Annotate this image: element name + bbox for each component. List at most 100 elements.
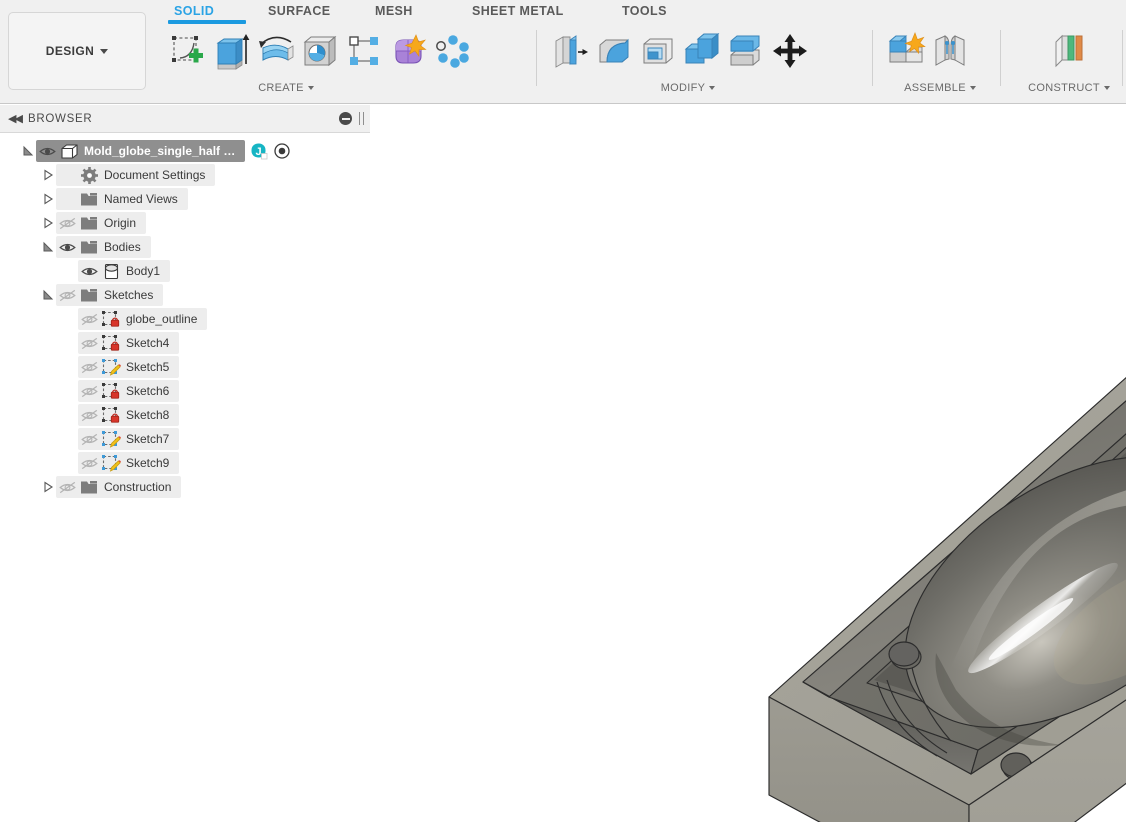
tree-item-label: Body1: [126, 264, 161, 278]
tree-item-sketch7[interactable]: Sketch7: [78, 428, 180, 450]
visibility-off-icon[interactable]: [78, 361, 100, 374]
tab-surface[interactable]: SURFACE: [268, 4, 331, 18]
tree-item-sketches[interactable]: Sketches: [56, 284, 164, 306]
tab-sheet-metal[interactable]: SHEET METAL: [472, 4, 564, 18]
ribbon-group-modify-label[interactable]: MODIFY: [608, 82, 768, 94]
folder-icon: [81, 480, 97, 493]
shell-icon[interactable]: [636, 26, 680, 76]
tree-item-globe-outline[interactable]: globe_outline: [78, 308, 208, 330]
tree-item-sketch4[interactable]: Sketch4: [78, 332, 180, 354]
tree-arrow-placeholder: [62, 428, 78, 450]
new-component-icon[interactable]: [884, 26, 928, 76]
tree-item-label: Sketch7: [126, 432, 170, 446]
browser-node: Sketches: [0, 283, 370, 307]
tree-item-label: Sketch4: [126, 336, 170, 350]
sketch-editable-icon: [100, 430, 122, 448]
tree-item-label: Document Settings: [104, 168, 206, 182]
visibility-on-icon[interactable]: [78, 265, 100, 278]
visibility-on-icon: [80, 267, 98, 275]
offset-plane-icon[interactable]: [1045, 26, 1089, 76]
tree-item-named-views[interactable]: Named Views: [56, 188, 188, 210]
ribbon-group-assemble-label[interactable]: ASSEMBLE: [880, 82, 1000, 94]
point-cloud-icon[interactable]: [430, 26, 474, 76]
model-viewport[interactable]: [371, 105, 1126, 822]
combine-icon[interactable]: [680, 26, 724, 76]
tree-item-badges: J: [251, 143, 291, 160]
tree-arrow-placeholder: [62, 404, 78, 426]
fillet-icon[interactable]: [592, 26, 636, 76]
ribbon-group-create-label[interactable]: CREATE: [216, 82, 356, 94]
browser-tree: Mold_globe_single_half … J Document Settin…: [0, 133, 370, 499]
visibility-off-icon: [58, 217, 76, 229]
tree-item-document-settings[interactable]: Document Settings: [56, 164, 216, 186]
folder-icon: [78, 216, 100, 231]
joint-badge-icon: J: [251, 143, 268, 159]
browser-node: Sketch9: [0, 451, 370, 475]
chevron-down-icon: [307, 86, 314, 91]
tree-arrow-placeholder: [62, 332, 78, 354]
ribbon-separator: [872, 30, 873, 86]
collapse-arrow-icon[interactable]: [40, 164, 56, 186]
minus-circle-icon[interactable]: [339, 112, 352, 125]
tree-item-sketch9[interactable]: Sketch9: [78, 452, 180, 474]
collapse-arrow-icon[interactable]: [40, 188, 56, 210]
expand-arrow-icon[interactable]: [40, 236, 56, 258]
tree-item-mold-globe-single-half[interactable]: Mold_globe_single_half …: [36, 140, 246, 162]
visibility-off-icon: [80, 433, 98, 445]
workspace-switch-button[interactable]: DESIGN: [8, 12, 146, 90]
visibility-off-icon[interactable]: [56, 289, 78, 302]
extrude-icon[interactable]: [210, 26, 254, 76]
tree-item-label: Bodies: [104, 240, 141, 254]
tree-item-origin[interactable]: Origin: [56, 212, 147, 234]
tree-item-bodies[interactable]: Bodies: [56, 236, 151, 258]
expand-arrow-icon[interactable]: [40, 284, 56, 306]
ribbon-toolbar: DESIGN SOLID SURFACE MESH SHEET METAL TO…: [0, 0, 1126, 104]
collapse-arrow-icon[interactable]: [40, 212, 56, 234]
ribbon-group-construct-label[interactable]: CONSTRUCT: [1008, 82, 1126, 94]
tab-solid[interactable]: SOLID: [174, 4, 214, 18]
visibility-off-icon[interactable]: [78, 433, 100, 446]
sketch-locked-icon: [102, 383, 120, 399]
ribbon-group-create: CREATE: [166, 24, 526, 104]
move-copy-icon[interactable]: [768, 26, 812, 76]
visibility-off-icon: [58, 481, 76, 493]
tab-mesh[interactable]: MESH: [375, 4, 413, 18]
visibility-off-icon[interactable]: [56, 481, 78, 494]
rectangular-pattern-icon[interactable]: [342, 26, 386, 76]
visibility-off-icon[interactable]: [78, 313, 100, 326]
visibility-off-icon[interactable]: [78, 337, 100, 350]
joint-icon[interactable]: [928, 26, 972, 76]
visibility-on-icon[interactable]: [56, 241, 78, 254]
browser-node: Document Settings: [0, 163, 370, 187]
hole-icon[interactable]: [298, 26, 342, 76]
offset-face-icon[interactable]: [724, 26, 768, 76]
design-canvas[interactable]: [371, 105, 1126, 822]
visibility-off-icon: [80, 457, 98, 469]
visibility-off-icon[interactable]: [78, 457, 100, 470]
tree-item-label: Named Views: [104, 192, 178, 206]
tree-item-sketch5[interactable]: Sketch5: [78, 356, 180, 378]
collapse-left-icon[interactable]: ◀◀: [8, 114, 23, 125]
activated-component-icon[interactable]: [274, 143, 291, 159]
press-pull-icon[interactable]: [548, 26, 592, 76]
visibility-on-icon[interactable]: [36, 145, 58, 158]
visibility-off-icon[interactable]: [78, 409, 100, 422]
expand-arrow-icon[interactable]: [20, 140, 36, 162]
create-sketch-icon[interactable]: [166, 26, 210, 76]
tree-arrow-placeholder: [62, 260, 78, 282]
joint-badge-icon[interactable]: J: [251, 143, 268, 160]
visibility-off-icon[interactable]: [56, 217, 78, 230]
visibility-off-icon[interactable]: [78, 385, 100, 398]
panel-resize-grip[interactable]: [359, 112, 364, 125]
tree-item-construction[interactable]: Construction: [56, 476, 182, 498]
tree-item-body1[interactable]: Body1: [78, 260, 171, 282]
tree-item-sketch8[interactable]: Sketch8: [78, 404, 180, 426]
sketch-locked-icon: [102, 311, 120, 327]
tree-arrow-placeholder: [62, 356, 78, 378]
collapse-arrow-icon[interactable]: [40, 476, 56, 498]
tab-tools[interactable]: TOOLS: [622, 4, 667, 18]
form-icon[interactable]: [386, 26, 430, 76]
revolve-icon[interactable]: [254, 26, 298, 76]
tree-item-sketch6[interactable]: Sketch6: [78, 380, 180, 402]
body-icon: [104, 263, 118, 279]
